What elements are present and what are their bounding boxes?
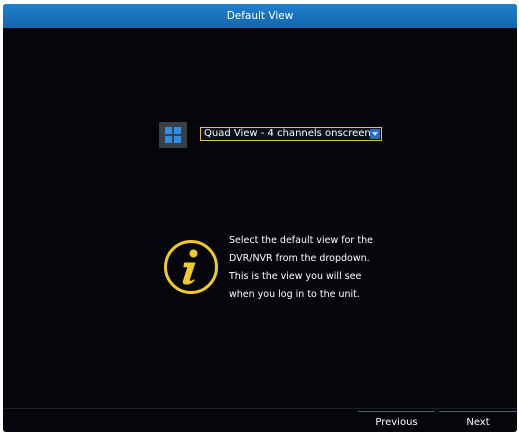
info-line: This is the view you will see: [229, 271, 362, 282]
quad-grid-glyph: [165, 127, 181, 143]
info-line: when you log in to the unit.: [229, 289, 360, 300]
dropdown-toggle-button[interactable]: [370, 129, 380, 139]
content-area: Quad View - 4 channels onscreen Select t…: [3, 28, 517, 408]
previous-button[interactable]: Previous: [358, 411, 435, 432]
title-bar: Default View: [3, 4, 517, 28]
footer-bar: Previous Next: [3, 408, 517, 432]
info-line: Select the default view for the: [229, 235, 373, 246]
default-view-dropdown[interactable]: Quad View - 4 channels onscreen: [200, 127, 382, 141]
window-title: Default View: [226, 10, 294, 22]
chevron-down-icon: [372, 132, 378, 136]
next-button[interactable]: Next: [439, 411, 517, 432]
quad-layout-icon: [159, 122, 187, 148]
info-icon: [164, 240, 218, 294]
wizard-window: Default View Quad View - 4 channels onsc…: [3, 4, 517, 432]
default-view-selected-value: Quad View - 4 channels onscreen: [204, 128, 371, 139]
info-line: DVR/NVR from the dropdown.: [229, 253, 370, 264]
info-message: Select the default view for the DVR/NVR …: [229, 232, 389, 304]
